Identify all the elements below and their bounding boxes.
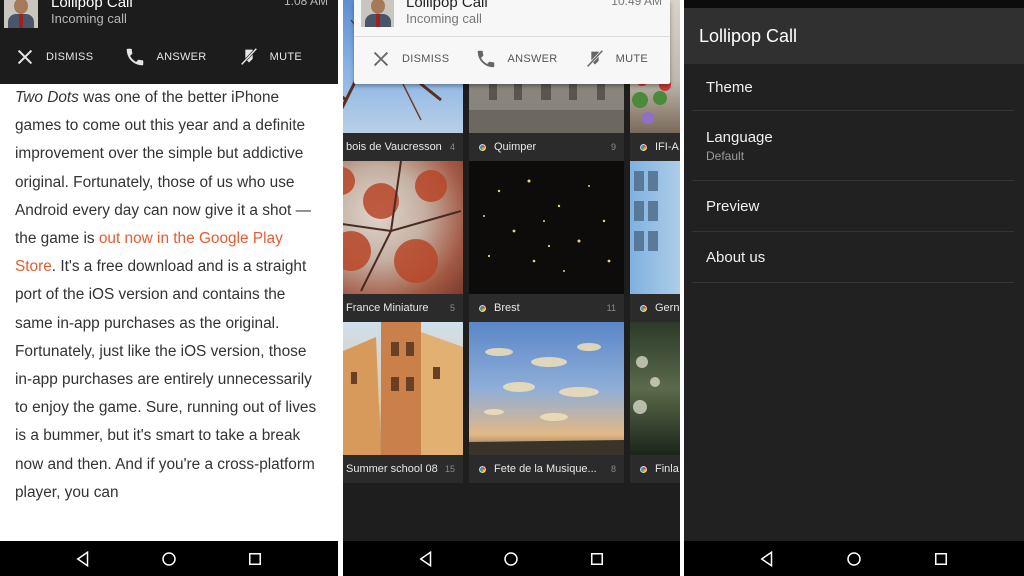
- notification-title: Lollipop Call: [51, 0, 133, 11]
- caller-avatar: [4, 0, 38, 28]
- album-name: bois de Vaucresson: [346, 141, 442, 153]
- setting-language[interactable]: Language Default: [692, 111, 1014, 181]
- navigation-bar: [0, 541, 338, 576]
- mute-button[interactable]: MUTE: [238, 46, 302, 68]
- notification-divider: [354, 36, 670, 37]
- close-icon: [17, 49, 33, 65]
- album-thumbnail: [343, 322, 463, 455]
- recents-icon[interactable]: [246, 550, 264, 568]
- album-count: 15: [444, 464, 455, 474]
- album-count: 5: [449, 303, 455, 313]
- mute-label: MUTE: [269, 51, 302, 63]
- album-name: Gern: [655, 302, 680, 314]
- game-title: Two Dots: [15, 89, 79, 106]
- album-name: Summer school 08: [346, 463, 438, 475]
- setting-title: Language: [706, 128, 773, 146]
- dismiss-button[interactable]: DISMISS: [14, 46, 93, 68]
- navigation-bar: [343, 541, 680, 576]
- mute-button[interactable]: MUTE: [584, 48, 648, 70]
- answer-label: ANSWER: [156, 51, 207, 63]
- album-name: Finla: [655, 463, 679, 475]
- album-name: Quimper: [494, 141, 537, 153]
- notification-time: 10:49 AM: [611, 0, 662, 8]
- album-name: Fete de la Musique...: [494, 463, 597, 475]
- home-icon[interactable]: [502, 550, 520, 568]
- dismiss-button[interactable]: DISMISS: [370, 48, 449, 70]
- setting-title: About us: [706, 248, 766, 266]
- notification-subtitle: Incoming call: [51, 11, 127, 26]
- album-tile[interactable]: Fete de la Musique... 8: [469, 322, 624, 483]
- home-icon[interactable]: [845, 550, 863, 568]
- album-thumbnail: [630, 322, 680, 455]
- answer-button[interactable]: ANSWER: [124, 46, 206, 68]
- phone-screen-article: Lollipop Call Incoming call 1:08 AM DISM…: [0, 0, 338, 576]
- album-count: 9: [610, 142, 616, 152]
- setting-theme[interactable]: Theme: [692, 64, 1014, 111]
- album-tile[interactable]: Brest 11: [469, 161, 624, 322]
- album-name: IFI-A: [655, 141, 679, 153]
- album-thumbnail: [630, 161, 680, 294]
- picasa-icon: [477, 302, 488, 314]
- dismiss-label: DISMISS: [46, 51, 94, 63]
- article-body: Two Dots was one of the better iPhone ga…: [15, 84, 324, 507]
- notification-time: 1:08 AM: [283, 0, 328, 8]
- phone-icon: [478, 50, 495, 68]
- picasa-icon: [638, 302, 649, 314]
- answer-label: ANSWER: [507, 53, 558, 65]
- dismiss-label: DISMISS: [402, 53, 450, 65]
- recents-icon[interactable]: [588, 550, 606, 568]
- mute-label: MUTE: [615, 53, 648, 65]
- settings-list: Theme Language Default Preview About us: [692, 64, 1014, 283]
- picasa-icon: [477, 141, 488, 153]
- picasa-icon: [477, 463, 488, 475]
- mute-icon: [240, 47, 257, 66]
- album-tile[interactable]: Gern: [630, 161, 680, 322]
- caller-avatar: [361, 0, 394, 27]
- back-icon[interactable]: [74, 550, 92, 568]
- home-icon[interactable]: [160, 550, 178, 568]
- notification-subtitle: Incoming call: [406, 11, 482, 26]
- answer-button[interactable]: ANSWER: [475, 48, 557, 70]
- setting-title: Theme: [706, 78, 753, 96]
- back-icon[interactable]: [758, 550, 776, 568]
- album-count: 8: [610, 464, 616, 474]
- app-bar: Lollipop Call: [684, 8, 1024, 64]
- article-text-part2: . It's a free download and is a straight…: [15, 258, 317, 501]
- album-thumbnail: [469, 322, 624, 455]
- phone-screen-gallery: bois de Vaucresson 4 Quimper 9 IFI-A Franc…: [343, 0, 680, 576]
- phone-icon: [127, 48, 144, 66]
- phone-screen-settings: Lollipop Call Theme Language Default Pre…: [684, 0, 1024, 576]
- album-count: 11: [606, 303, 616, 313]
- picasa-icon: [638, 463, 649, 475]
- album-tile[interactable]: Summer school 08 15: [343, 322, 463, 483]
- album-thumbnail: [343, 161, 463, 294]
- article-text-part1: was one of the better iPhone games to co…: [15, 89, 311, 248]
- album-tile[interactable]: Finla: [630, 322, 680, 483]
- setting-subtitle: Default: [706, 148, 745, 163]
- setting-preview[interactable]: Preview: [692, 181, 1014, 232]
- album-count: 4: [449, 142, 455, 152]
- close-icon: [373, 51, 389, 67]
- recents-icon[interactable]: [932, 550, 950, 568]
- album-name: France Miniature: [346, 302, 429, 314]
- album-thumbnail: [469, 161, 624, 294]
- app-title: Lollipop Call: [699, 25, 798, 46]
- album-name: Brest: [494, 302, 520, 314]
- setting-about-us[interactable]: About us: [692, 232, 1014, 283]
- album-tile[interactable]: France Miniature 5: [343, 161, 463, 322]
- setting-title: Preview: [706, 197, 760, 215]
- navigation-bar: [684, 541, 1024, 576]
- notification-title: Lollipop Call: [406, 0, 488, 11]
- incoming-call-notification-light: Lollipop Call Incoming call 10:49 AM DIS…: [354, 0, 670, 84]
- status-bar: [684, 0, 1024, 8]
- incoming-call-notification-dark: Lollipop Call Incoming call 1:08 AM DISM…: [0, 0, 338, 84]
- back-icon[interactable]: [417, 550, 435, 568]
- mute-icon: [586, 49, 603, 68]
- picasa-icon: [638, 141, 649, 153]
